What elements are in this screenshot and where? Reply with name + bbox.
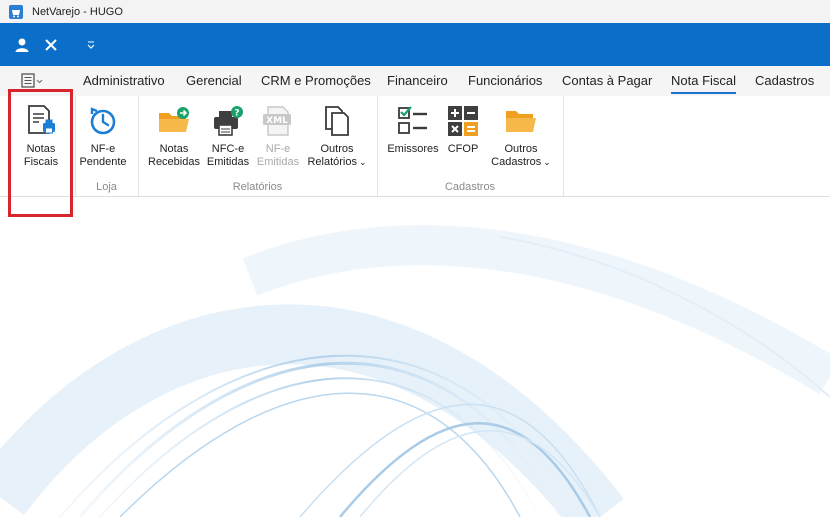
nfe-emitidas-button[interactable]: XML NF-e Emitidas [256,103,300,169]
emissores-button[interactable]: Emissores [387,103,439,156]
group-label-loja: Loja [96,181,117,193]
outros-cadastros-button[interactable]: Outros Cadastros ⌄ [488,103,554,169]
outros-cadastros-label-2: Cadastros [491,156,542,168]
group-separator [563,96,564,196]
title-bar: NetVarejo - HUGO [0,0,830,23]
user-button[interactable] [12,35,32,55]
menu-icon [21,73,43,88]
ribbon-panel: Notas Fiscais NF-e Pendente Loja Notas Rece… [0,96,830,197]
documents-icon [325,106,349,136]
tab-contas-a-pagar[interactable]: Contas à Pagar [562,73,652,88]
tab-cadastros[interactable]: Cadastros [755,73,814,88]
chevron-down-icon: ⌄ [543,157,551,167]
notas-recebidas-label-2: Recebidas [148,156,200,168]
close-button[interactable] [41,35,61,55]
document-printer-icon [28,105,55,134]
notas-recebidas-button[interactable]: Notas Recebidas [148,103,200,169]
tab-nota-fiscal[interactable]: Nota Fiscal [671,73,737,94]
outros-relatorios-button[interactable]: Outros Relatórios ⌄ [306,103,368,169]
group-label-cadastros: Cadastros [444,181,496,193]
group-label-relatorios: Relatórios [232,181,283,193]
emissores-label: Emissores [387,143,439,155]
xml-icon-text: XML [266,116,288,126]
tab-financeiro[interactable]: Financeiro [387,73,448,88]
background-wave-art [0,225,830,517]
xml-file-icon: XML [263,106,291,136]
svg-text:?: ? [234,109,239,119]
chevron-down-icon [87,41,95,49]
user-icon [15,38,29,52]
outros-relatorios-label-1: Outros [320,143,354,155]
cfop-button[interactable]: CFOP [443,103,483,156]
folder-open-icon [506,111,536,132]
nfe-pendente-label-1: NF-e [90,143,116,155]
tab-gerencial[interactable]: Gerencial [186,73,242,88]
nfe-emitidas-label-2: Emitidas [256,156,300,168]
ribbon-tabs: Administrativo Gerencial CRM e Promoções… [0,66,830,96]
outros-cadastros-label-1: Outros [504,143,538,155]
app-menu-button[interactable] [21,73,45,89]
chevron-down-icon: ⌄ [358,157,367,167]
nfce-emitidas-label-2: Emitidas [206,156,250,168]
notas-fiscais-button[interactable]: Notas Fiscais [20,103,62,169]
nfce-emitidas-label-1: NFC-e [211,143,245,155]
printer-help-icon: ? [214,106,243,136]
folder-incoming-icon [159,107,189,132]
window-title: NetVarejo - HUGO [32,5,123,18]
close-icon [45,38,57,51]
nfce-emitidas-button[interactable]: ? NFC-e Emitidas [206,103,250,169]
app-icon [9,4,23,19]
notas-fiscais-label-1: Notas [26,143,56,155]
notas-recebidas-label-1: Notas [159,143,189,155]
outros-relatorios-label-2: Relatórios [307,156,357,168]
tab-administrativo[interactable]: Administrativo [83,73,165,88]
nfe-pendente-button[interactable]: NF-e Pendente [78,103,128,169]
clock-refresh-icon [90,107,116,135]
nfe-emitidas-label-1: NF-e [265,143,291,155]
nfe-pendente-label-2: Pendente [79,156,127,168]
quick-access-toolbar [0,23,830,66]
qat-customize-button[interactable] [81,35,101,55]
tab-funcionarios[interactable]: Funcionários [468,73,542,88]
cfop-label: CFOP [447,143,479,155]
calculator-icon [448,106,478,136]
notas-fiscais-label-2: Fiscais [23,156,59,168]
checklist-icon [398,106,427,134]
tab-crm-promocoes[interactable]: CRM e Promoções [261,73,371,88]
